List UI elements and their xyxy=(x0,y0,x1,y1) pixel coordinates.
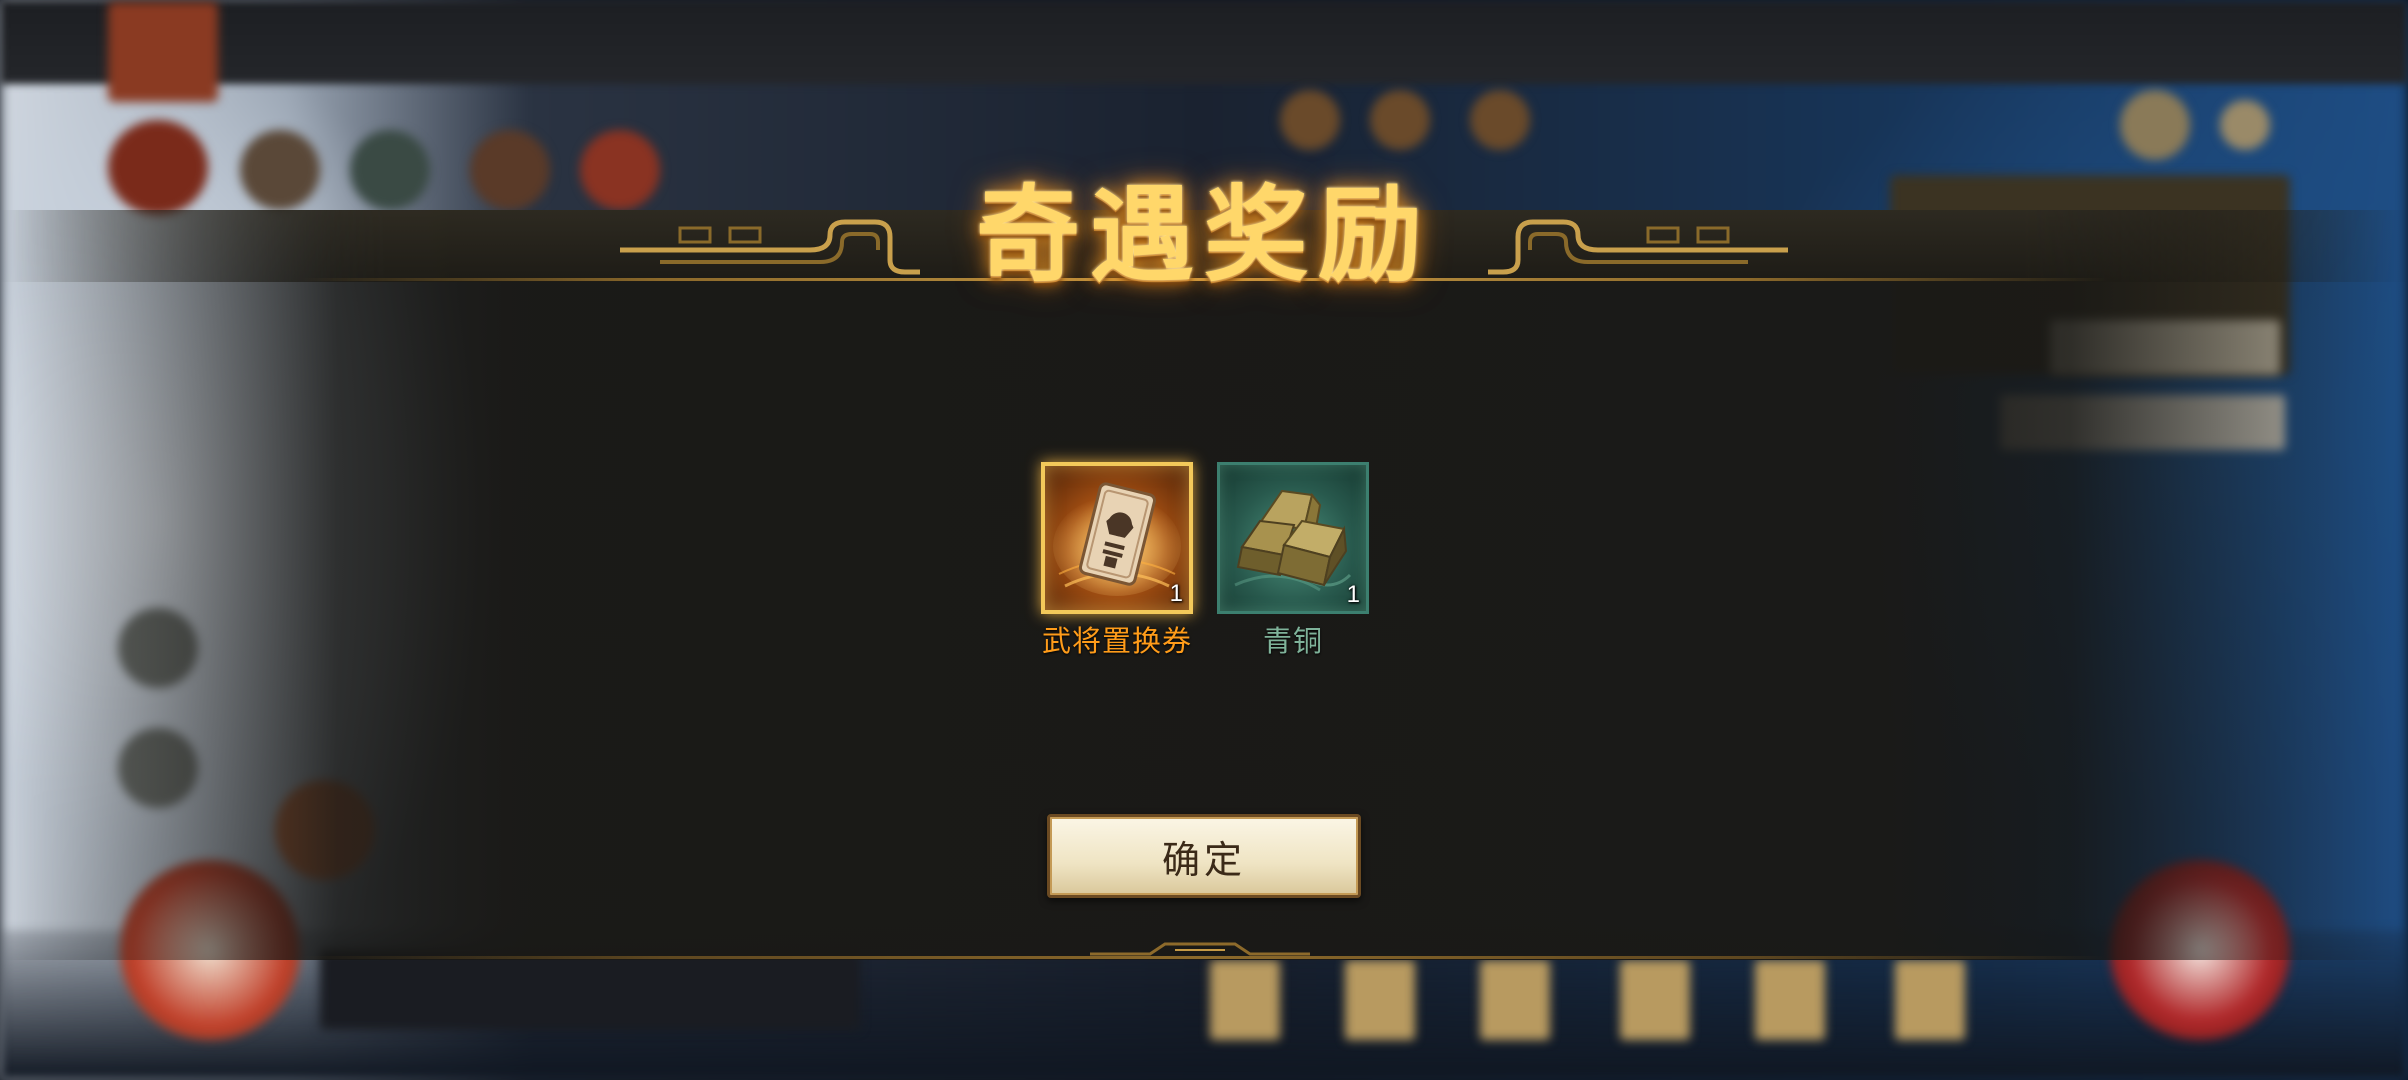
confirm-button[interactable]: 确定 xyxy=(1047,814,1361,898)
blurred-menu-tab xyxy=(1895,960,1965,1040)
reward-slot-green[interactable]: 1 xyxy=(1217,462,1369,614)
blurred-menu-tab xyxy=(1210,960,1280,1040)
blurred-chat-bar xyxy=(320,950,860,1030)
blurred-hud-icon xyxy=(108,120,208,215)
reward-slot-gold[interactable]: 1 xyxy=(1041,462,1193,614)
blurred-menu-tab xyxy=(1345,960,1415,1040)
reward-count: 1 xyxy=(1169,580,1183,607)
blurred-hud-icon xyxy=(1370,90,1430,150)
blurred-hud-icon xyxy=(2120,90,2190,160)
bronze-ingots-icon xyxy=(1234,489,1352,592)
footer-ornament xyxy=(1090,942,1310,956)
dialog-title: 奇遇奖励 xyxy=(975,173,1432,296)
dialog-title-banner: 奇遇奖励 xyxy=(620,150,1788,296)
reward-list: 1 武将置换券 1 青铜 xyxy=(1038,462,1372,660)
blurred-menu-tab xyxy=(1755,960,1825,1040)
blurred-menu-tab xyxy=(1480,960,1550,1040)
blurred-hud-icon xyxy=(240,130,320,210)
blurred-hud-icon xyxy=(470,130,550,210)
blurred-menu-tab xyxy=(1620,960,1690,1040)
blurred-player-avatar xyxy=(108,2,218,102)
blurred-hud-icon xyxy=(1470,90,1530,150)
reward-item[interactable]: 1 武将置换券 xyxy=(1038,462,1196,660)
blurred-hud-icon xyxy=(350,130,430,210)
reward-item[interactable]: 1 青铜 xyxy=(1214,462,1372,660)
game-screen: 奇遇奖励 1 武将置换券 1 青铜 确定 xyxy=(0,0,2408,1080)
reward-count: 1 xyxy=(1346,581,1360,608)
reward-name: 青铜 xyxy=(1262,624,1323,658)
blurred-top-resource-bar xyxy=(0,0,2408,84)
blurred-hud-icon xyxy=(1280,90,1340,150)
swap-voucher-card-icon xyxy=(1053,482,1181,596)
reward-name: 武将置换券 xyxy=(1041,624,1192,658)
blurred-hud-icon xyxy=(2220,100,2270,150)
